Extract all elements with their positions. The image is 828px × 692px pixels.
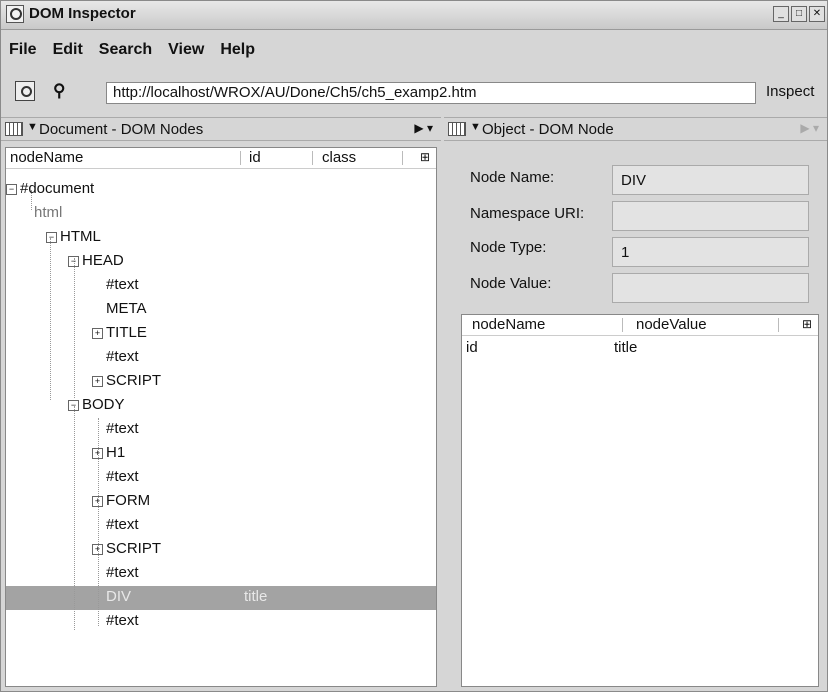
tree-node[interactable]: #text [106,345,139,369]
select-element-icon[interactable] [15,81,35,101]
tree-node[interactable]: + TITLE [92,321,147,345]
attr-value-cell[interactable]: title [614,339,637,356]
tree-node[interactable]: − BODY [68,393,125,417]
menu-edit[interactable]: Edit [45,41,91,65]
node-name-label: Node Name: [470,169,555,186]
tree-node[interactable]: − HEAD [68,249,124,273]
panel-menu-icon[interactable] [448,122,466,136]
left-pane-title: Document - DOM Nodes [39,121,204,138]
dom-node-tree[interactable]: nodeName id class ⊞ − #document html − HTM… [5,147,437,687]
toolbar: ⚲ http://localhost/WROX/AU/Done/Ch5/ch5_… [1,77,827,107]
col-class[interactable]: class [322,149,356,166]
tree-node[interactable]: − #document [6,177,94,201]
close-icon[interactable]: ✕ [809,6,825,22]
pane-arrow-icon[interactable]: ▶ ▾ [800,121,819,135]
menu-help[interactable]: Help [212,41,263,65]
pane-arrow-icon[interactable]: ▶ ▾ [414,121,433,135]
dom-inspector-window: DOM Inspector _ □ ✕ File Edit Search Vie… [0,0,828,692]
inspect-button[interactable]: Inspect [766,83,814,100]
window-title: DOM Inspector [29,5,136,22]
tree-node[interactable]: #text [106,417,139,441]
node-value-label: Node Value: [470,275,552,292]
selected-node-id: title [244,588,268,605]
minimize-icon[interactable]: _ [773,6,789,22]
node-type-label: Node Type: [470,239,547,256]
tree-node[interactable]: #text [106,561,139,585]
right-pane-header[interactable]: ▼ Object - DOM Node ▶ ▾ [444,117,827,141]
tree-header: nodeName id class ⊞ [6,148,436,169]
tree-node[interactable]: html [34,201,62,225]
tree-node-selected[interactable]: DIV [106,585,131,609]
attributes-table[interactable]: nodeName nodeValue ⊞ id title [461,314,819,687]
tree-node[interactable]: #text [106,609,139,633]
col-attr-nodevalue[interactable]: nodeValue [636,316,707,333]
dropdown-caret-icon[interactable]: ▼ [470,121,481,133]
tree-node[interactable]: + H1 [92,441,125,465]
tree-node[interactable]: + SCRIPT [92,537,161,561]
menu-search[interactable]: Search [91,41,160,65]
dropdown-caret-icon[interactable]: ▼ [27,121,38,133]
menu-file[interactable]: File [1,41,45,65]
col-id[interactable]: id [249,149,261,166]
selected-row[interactable] [6,586,436,610]
tree-node[interactable]: − HTML [46,225,101,249]
tree-node[interactable]: + SCRIPT [92,369,161,393]
attr-name-cell[interactable]: id [466,339,478,356]
node-name-field[interactable]: DIV [612,165,809,195]
title-bar: DOM Inspector _ □ ✕ [1,1,827,30]
tree-node[interactable]: #text [106,513,139,537]
menu-view[interactable]: View [160,41,212,65]
right-pane-title: Object - DOM Node [482,121,614,138]
binoculars-icon[interactable]: ⚲ [53,81,65,101]
url-input[interactable]: http://localhost/WROX/AU/Done/Ch5/ch5_ex… [106,82,756,104]
menu-bar: File Edit Search View Help [1,41,263,65]
col-attr-nodename[interactable]: nodeName [472,316,545,333]
attributes-header: nodeName nodeValue ⊞ [462,315,818,336]
tree-node[interactable]: #text [106,465,139,489]
column-picker-icon[interactable]: ⊞ [420,150,430,164]
left-pane-header[interactable]: ▼ Document - DOM Nodes ▶ ▾ [1,117,441,141]
node-value-field[interactable] [612,273,809,303]
maximize-icon[interactable]: □ [791,6,807,22]
namespace-uri-label: Namespace URI: [470,205,585,222]
inspector-app-icon [6,5,24,23]
column-picker-icon[interactable]: ⊞ [802,317,812,331]
node-type-field[interactable]: 1 [612,237,809,267]
tree-node[interactable]: #text [106,273,139,297]
namespace-uri-field[interactable] [612,201,809,231]
col-nodename[interactable]: nodeName [10,149,83,166]
tree-node[interactable]: + FORM [92,489,150,513]
tree-node[interactable]: META [106,297,147,321]
panel-menu-icon[interactable] [5,122,23,136]
